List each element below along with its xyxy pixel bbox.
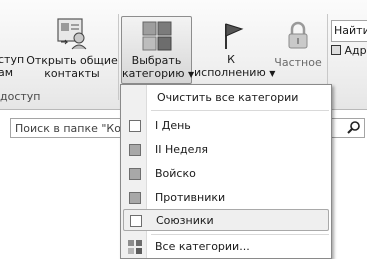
category-icon	[142, 21, 172, 51]
menu-item-category-allies[interactable]: Союзники	[123, 209, 329, 231]
flag-icon	[216, 20, 246, 50]
menu-item-clear-all[interactable]: Очистить все категории	[123, 87, 329, 109]
choose-category-button[interactable]: Выбрать категорию ▼	[121, 16, 194, 84]
category-label: II Неделя	[155, 143, 209, 156]
find-contact-box[interactable]: Найти	[331, 20, 367, 42]
menu-item-category-opponents[interactable]: Противники	[123, 187, 329, 209]
share-button-label-top: ступ	[0, 53, 25, 66]
follow-up-label-1: К	[227, 53, 235, 66]
clear-all-label: Очистить все категории	[157, 91, 299, 104]
open-shared-contacts-label-1: Открыть общие	[26, 54, 118, 67]
menu-divider	[151, 110, 329, 111]
share-group-label: доступ	[0, 90, 41, 103]
open-shared-contacts-button[interactable]: Открыть общие контакты	[26, 16, 118, 86]
category-label: Союзники	[156, 214, 214, 227]
search-icon[interactable]	[347, 120, 361, 137]
category-label: Противники	[155, 191, 226, 204]
category-color-swatch	[129, 168, 141, 180]
group-separator	[118, 14, 119, 100]
category-label: I День	[155, 119, 191, 132]
address-book-button[interactable]: Адр	[331, 44, 367, 57]
menu-item-category-week[interactable]: II Неделя	[123, 139, 329, 161]
menu-item-category-army[interactable]: Войско	[123, 163, 329, 185]
choose-category-label-2-text: категорию	[122, 67, 185, 80]
menu-item-category-day[interactable]: I День	[123, 115, 329, 137]
shared-contacts-icon	[55, 16, 89, 50]
category-color-swatch	[129, 144, 141, 156]
follow-up-label-2-text: исполнению	[194, 66, 266, 79]
search-placeholder: Поиск в папке "Конт	[15, 122, 135, 135]
choose-category-label-2: категорию ▼	[122, 67, 194, 81]
menu-item-all-categories[interactable]: Все категории...	[123, 236, 329, 258]
category-color-swatch	[129, 192, 141, 204]
follow-up-label-2: исполнению ▼	[194, 66, 275, 80]
address-book-label: Адр	[344, 44, 367, 57]
address-book-icon	[331, 45, 341, 55]
all-categories-label: Все категории...	[155, 240, 250, 253]
category-dropdown-menu: Очистить все категории I День II Неделя …	[120, 84, 332, 259]
category-color-swatch	[129, 120, 141, 132]
private-label: Частное	[274, 56, 322, 69]
category-label: Войско	[155, 167, 196, 180]
follow-up-button[interactable]: К исполнению ▼	[194, 16, 275, 84]
menu-divider	[151, 234, 329, 235]
private-button[interactable]: Частное	[270, 16, 326, 84]
lock-icon	[283, 20, 313, 50]
open-shared-contacts-label-2: контакты	[44, 67, 100, 80]
share-button-partial[interactable]: ступ ам	[0, 53, 24, 79]
all-categories-icon	[128, 240, 142, 257]
share-button-label-bottom: ам	[0, 66, 14, 79]
category-color-swatch	[130, 215, 142, 227]
choose-category-label-1: Выбрать	[131, 54, 182, 67]
